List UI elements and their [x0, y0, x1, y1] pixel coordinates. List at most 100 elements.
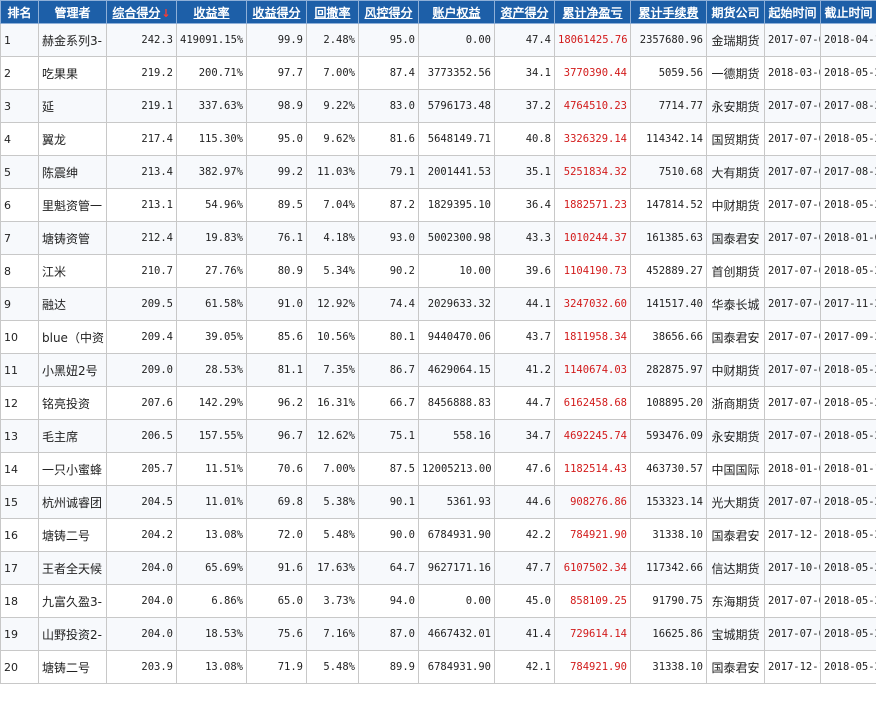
sort-equity-label[interactable]: 账户权益 [432, 6, 480, 20]
sort-return-rate-label[interactable]: 收益率 [193, 6, 229, 20]
manager-name-cell[interactable]: 翼龙 [38, 122, 107, 156]
fees-cell: 2357680.96 [630, 23, 707, 57]
start-date-cell: 2017-12-12 [764, 518, 821, 552]
return-rate-cell: 39.05% [176, 320, 247, 354]
total-score-cell: 213.4 [106, 155, 177, 189]
drawdown-cell: 16.31% [306, 386, 359, 420]
end-date-cell: 2017-09-26 [820, 320, 876, 354]
return-score-cell: 96.2 [246, 386, 307, 420]
return-score-cell: 76.1 [246, 221, 307, 255]
sort-total-score-label[interactable]: 综合得分 [112, 6, 160, 20]
manager-name-cell[interactable]: 一只小蜜蜂 [38, 452, 107, 486]
sort-equity[interactable]: 账户权益 [418, 0, 495, 24]
asset-score-cell: 36.4 [494, 188, 555, 222]
table-row: 5 陈震绅 213.4 382.97% 99.2 11.03% 79.1 200… [0, 155, 876, 189]
net-profit-cell: 4692245.74 [554, 419, 631, 453]
start-date-cell: 2018-03-06 [764, 56, 821, 90]
start-date-cell: 2017-07-03 [764, 122, 821, 156]
fees-cell: 16625.86 [630, 617, 707, 651]
sort-drawdown[interactable]: 回撤率 [306, 0, 359, 24]
drawdown-cell: 12.62% [306, 419, 359, 453]
header-end-date-label: 截止时间 [824, 5, 873, 20]
sort-net-profit[interactable]: 累计净盈亏 [554, 0, 631, 24]
equity-cell: 9627171.16 [418, 551, 495, 585]
equity-cell: 558.16 [418, 419, 495, 453]
risk-score-cell: 87.5 [358, 452, 419, 486]
net-profit-cell: 1104190.73 [554, 254, 631, 288]
asset-score-cell: 34.1 [494, 56, 555, 90]
manager-name-cell[interactable]: 塘铸二号 [38, 650, 107, 684]
total-score-cell: 206.5 [106, 419, 177, 453]
manager-name-cell[interactable]: 杭州诚睿团 [38, 485, 107, 519]
manager-name-cell[interactable]: blue（中资 [38, 320, 107, 354]
sort-return-score-label[interactable]: 收益得分 [252, 6, 300, 20]
sort-drawdown-label[interactable]: 回撤率 [314, 6, 350, 20]
fees-cell: 452889.27 [630, 254, 707, 288]
sort-fees-label[interactable]: 累计手续费 [638, 6, 698, 20]
asset-score-cell: 44.7 [494, 386, 555, 420]
drawdown-cell: 7.16% [306, 617, 359, 651]
manager-name-cell[interactable]: 王者全天候 [38, 551, 107, 585]
sort-asset-score-label[interactable]: 资产得分 [500, 6, 548, 20]
total-score-cell: 219.1 [106, 89, 177, 123]
equity-cell: 5648149.71 [418, 122, 495, 156]
fees-cell: 153323.14 [630, 485, 707, 519]
end-date-cell: 2018-01-03 [820, 221, 876, 255]
sort-net-profit-label[interactable]: 累计净盈亏 [562, 6, 622, 20]
manager-name-cell[interactable]: 延 [38, 89, 107, 123]
equity-cell: 10.00 [418, 254, 495, 288]
company-cell: 金瑞期货 [706, 23, 765, 57]
asset-score-cell: 43.3 [494, 221, 555, 255]
end-date-cell: 2018-05-28 [820, 551, 876, 585]
manager-name-cell[interactable]: 陈震绅 [38, 155, 107, 189]
return-rate-cell: 61.58% [176, 287, 247, 321]
company-cell: 光大期货 [706, 485, 765, 519]
sort-fees[interactable]: 累计手续费 [630, 0, 707, 24]
drawdown-cell: 9.22% [306, 89, 359, 123]
manager-name-cell[interactable]: 赫金系列3- [38, 23, 107, 57]
manager-name-cell[interactable]: 铭亮投资 [38, 386, 107, 420]
drawdown-cell: 4.18% [306, 221, 359, 255]
manager-name-cell[interactable]: 里魁资管一 [38, 188, 107, 222]
rank-cell: 3 [0, 89, 39, 123]
company-cell: 一德期货 [706, 56, 765, 90]
manager-name-cell[interactable]: 小黑妞2号 [38, 353, 107, 387]
risk-score-cell: 94.0 [358, 584, 419, 618]
sort-return-score[interactable]: 收益得分 [246, 0, 307, 24]
equity-cell: 6784931.90 [418, 650, 495, 684]
fees-cell: 141517.40 [630, 287, 707, 321]
fees-cell: 161385.63 [630, 221, 707, 255]
manager-name-cell[interactable]: 吃果果 [38, 56, 107, 90]
sort-total-score[interactable]: 综合得分↓ [106, 0, 177, 24]
manager-name-cell[interactable]: 毛主席 [38, 419, 107, 453]
drawdown-cell: 5.48% [306, 518, 359, 552]
drawdown-cell: 2.48% [306, 23, 359, 57]
sort-risk-score-label[interactable]: 风控得分 [364, 6, 412, 20]
manager-name-cell[interactable]: 山野投资2- [38, 617, 107, 651]
header-rank: 排名 [0, 0, 39, 24]
rank-cell: 16 [0, 518, 39, 552]
manager-name-cell[interactable]: 塘铸资管 [38, 221, 107, 255]
total-score-cell: 204.0 [106, 617, 177, 651]
sort-risk-score[interactable]: 风控得分 [358, 0, 419, 24]
drawdown-cell: 7.00% [306, 56, 359, 90]
table-row: 4 翼龙 217.4 115.30% 95.0 9.62% 81.6 56481… [0, 122, 876, 156]
asset-score-cell: 42.1 [494, 650, 555, 684]
sort-return-rate[interactable]: 收益率 [176, 0, 247, 24]
start-date-cell: 2017-07-03 [764, 155, 821, 189]
return-score-cell: 81.1 [246, 353, 307, 387]
rank-cell: 9 [0, 287, 39, 321]
fees-cell: 147814.52 [630, 188, 707, 222]
return-score-cell: 85.6 [246, 320, 307, 354]
asset-score-cell: 39.6 [494, 254, 555, 288]
total-score-cell: 209.4 [106, 320, 177, 354]
manager-name-cell[interactable]: 塘铸二号 [38, 518, 107, 552]
end-date-cell: 2017-11-24 [820, 287, 876, 321]
manager-name-cell[interactable]: 九富久盈3- [38, 584, 107, 618]
risk-score-cell: 66.7 [358, 386, 419, 420]
sort-asset-score[interactable]: 资产得分 [494, 0, 555, 24]
manager-name-cell[interactable]: 融达 [38, 287, 107, 321]
manager-name-cell[interactable]: 江米 [38, 254, 107, 288]
net-profit-cell: 4764510.23 [554, 89, 631, 123]
header-start-date: 起始时间 [764, 0, 821, 24]
